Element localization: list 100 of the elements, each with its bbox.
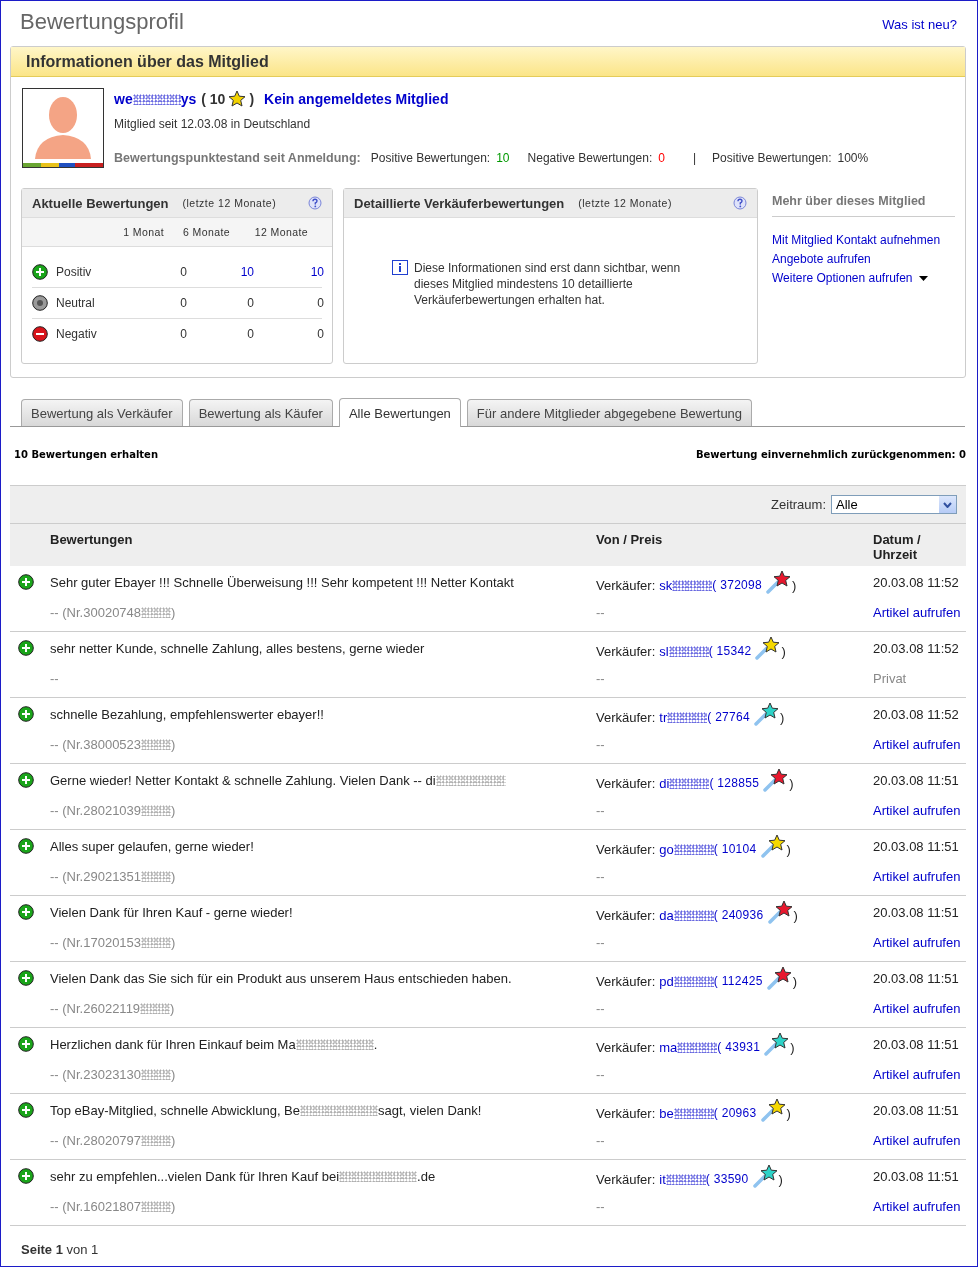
- seller-score[interactable]: ( 240936: [713, 908, 764, 922]
- plus-circle-icon: [18, 574, 34, 590]
- seller-link[interactable]: da: [659, 907, 674, 923]
- seller-score[interactable]: ( 112425: [713, 974, 763, 988]
- tab[interactable]: Alle Bewertungen: [338, 398, 461, 427]
- plus-circle-icon: [18, 970, 34, 986]
- view-item-link[interactable]: Artikel aufrufen: [873, 802, 961, 818]
- role-label: Verkäufer:: [596, 775, 656, 791]
- feedback-date: 20.03.08 11:52: [873, 640, 959, 656]
- view-item-link[interactable]: Artikel aufrufen: [873, 604, 961, 620]
- seller-link[interactable]: di: [659, 775, 670, 791]
- feedback-comment: Herzlichen dank für Ihren Einkauf beim Ma: [50, 1036, 296, 1052]
- item-number: -- (Nr.26022119: [50, 1000, 141, 1016]
- seller-score[interactable]: ( 15342: [708, 644, 752, 658]
- score-paren: ): [778, 1171, 783, 1187]
- count-link[interactable]: 10: [189, 265, 256, 279]
- item-number: -- (Nr.28021039: [50, 802, 142, 818]
- item-number: -- (Nr.23023130: [50, 1066, 142, 1082]
- plus-circle-icon: [18, 1036, 34, 1052]
- member-since: Mitglied seit 12.03.08 in Deutschland: [114, 117, 312, 131]
- panel-title: Informationen über das Mitglied: [26, 52, 269, 71]
- period-dropdown[interactable]: Alle: [831, 495, 957, 514]
- points-value: 0: [658, 151, 665, 165]
- info-icon: [392, 260, 408, 276]
- count-link[interactable]: 10: [256, 265, 326, 279]
- member-link[interactable]: Angebote aufrufen: [772, 252, 871, 266]
- blurred-text: [141, 1068, 172, 1080]
- view-item-link[interactable]: Artikel aufrufen: [873, 736, 961, 752]
- tab[interactable]: Bewertung als Verkäufer: [21, 399, 183, 426]
- member-link[interactable]: Weitere Optionen aufrufen: [772, 271, 913, 285]
- feedback-comment: Top eBay-Mitglied, schnelle Abwicklung, Be: [50, 1102, 301, 1118]
- help-icon[interactable]: [733, 196, 747, 210]
- points-label: Positive Bewertungen:: [712, 151, 832, 165]
- seller-score[interactable]: ( 43931: [717, 1040, 761, 1054]
- seller-score[interactable]: ( 20963: [713, 1106, 757, 1120]
- panel-title: Aktuelle Bewertungen: [32, 195, 169, 211]
- feedback-comment: Sehr guter Ebayer !!! Schnelle Überweisung !!! Sehr kompetent !!! Netter Kontakt: [50, 574, 514, 590]
- blurred-text: [141, 870, 172, 882]
- item-number: ): [171, 1132, 176, 1148]
- chevron-down-icon: [943, 501, 952, 508]
- item-number: ): [171, 604, 176, 620]
- count-value: 0: [179, 265, 188, 279]
- points-label: Positive Bewertungen:: [370, 151, 491, 165]
- item-number: -- (Nr.38000523: [50, 736, 142, 752]
- neutral-circle-icon: [32, 295, 48, 311]
- seller-link[interactable]: tr: [659, 709, 668, 725]
- feedback-date: 20.03.08 11:51: [873, 1102, 959, 1118]
- seller-link[interactable]: go: [659, 841, 674, 857]
- page-title: Bewertungsprofil: [20, 9, 184, 35]
- view-item-link[interactable]: Artikel aufrufen: [873, 1198, 961, 1214]
- whats-new-link[interactable]: Was ist neu?: [882, 17, 957, 32]
- page-indicator: Seite 1 von 1: [21, 1242, 99, 1257]
- info-message: Diese Informationen sind erst dann sichtbar, wenn dieses Mitglied mindestens 10 detaillierte Verkäuferbewertungen erhalten hat.: [414, 260, 682, 308]
- plus-circle-icon: [18, 1168, 34, 1184]
- view-item-link[interactable]: Artikel aufrufen: [873, 934, 961, 950]
- blurred-text: [141, 606, 172, 618]
- item-number: ): [171, 1198, 176, 1214]
- view-item-link[interactable]: Artikel aufrufen: [873, 868, 961, 884]
- seller-link[interactable]: pd: [659, 973, 674, 989]
- feedback-comment: sehr zu empfehlen...vielen Dank für Ihren Kauf bei: [50, 1168, 340, 1184]
- points-label: Bewertungspunktestand seit Anmeldung:: [114, 151, 361, 165]
- seller-link[interactable]: ma: [659, 1039, 678, 1055]
- plus-circle-icon: [32, 264, 48, 280]
- blurred-text: [132, 93, 181, 105]
- score-paren: ): [249, 91, 255, 107]
- seller-link[interactable]: be: [659, 1105, 674, 1121]
- seller-score[interactable]: ( 10104: [713, 842, 757, 856]
- seller-score[interactable]: ( 128855: [709, 776, 760, 790]
- count-value: 0: [246, 296, 255, 310]
- role-label: Verkäufer:: [596, 709, 656, 725]
- tab[interactable]: Bewertung als Käufer: [188, 399, 333, 426]
- member-status: Kein angemeldetes Mitglied: [264, 91, 449, 107]
- username-link[interactable]: we: [114, 91, 133, 107]
- score-paren: ): [789, 775, 794, 791]
- help-icon[interactable]: [308, 196, 322, 210]
- seller-link[interactable]: sk: [659, 577, 673, 593]
- withdrawn-count: Bewertung einvernehmlich zurückgenommen: 0: [695, 449, 966, 462]
- item-number: -- (Nr.28020797: [50, 1132, 142, 1148]
- role-label: Verkäufer:: [596, 841, 656, 857]
- item-number: --: [50, 670, 59, 686]
- seller-score[interactable]: ( 27764: [707, 710, 751, 724]
- seller-score[interactable]: ( 372098: [712, 578, 763, 592]
- username-link[interactable]: ys: [180, 91, 197, 107]
- price: --: [596, 670, 605, 686]
- count-value: 0: [316, 327, 325, 341]
- seller-score[interactable]: ( 33590: [705, 1172, 749, 1186]
- price: --: [596, 802, 605, 818]
- seller-link[interactable]: it: [659, 1171, 666, 1187]
- plus-circle-icon: [18, 838, 34, 854]
- view-item-link[interactable]: Artikel aufrufen: [873, 1066, 961, 1082]
- tab[interactable]: Für andere Mitglieder abgegebene Bewertung: [466, 399, 753, 426]
- section-title: Mehr über dieses Mitglied: [772, 188, 955, 217]
- dropdown-caret-icon[interactable]: [918, 275, 928, 281]
- view-item-link[interactable]: Artikel aufrufen: [873, 1000, 961, 1016]
- member-link[interactable]: Mit Mitglied Kontakt aufnehmen: [772, 233, 941, 247]
- count-value: 0: [179, 327, 188, 341]
- plus-circle-icon: [18, 706, 34, 722]
- price: --: [596, 736, 605, 752]
- view-item-link[interactable]: Artikel aufrufen: [873, 1132, 961, 1148]
- seller-link[interactable]: sl: [659, 643, 669, 659]
